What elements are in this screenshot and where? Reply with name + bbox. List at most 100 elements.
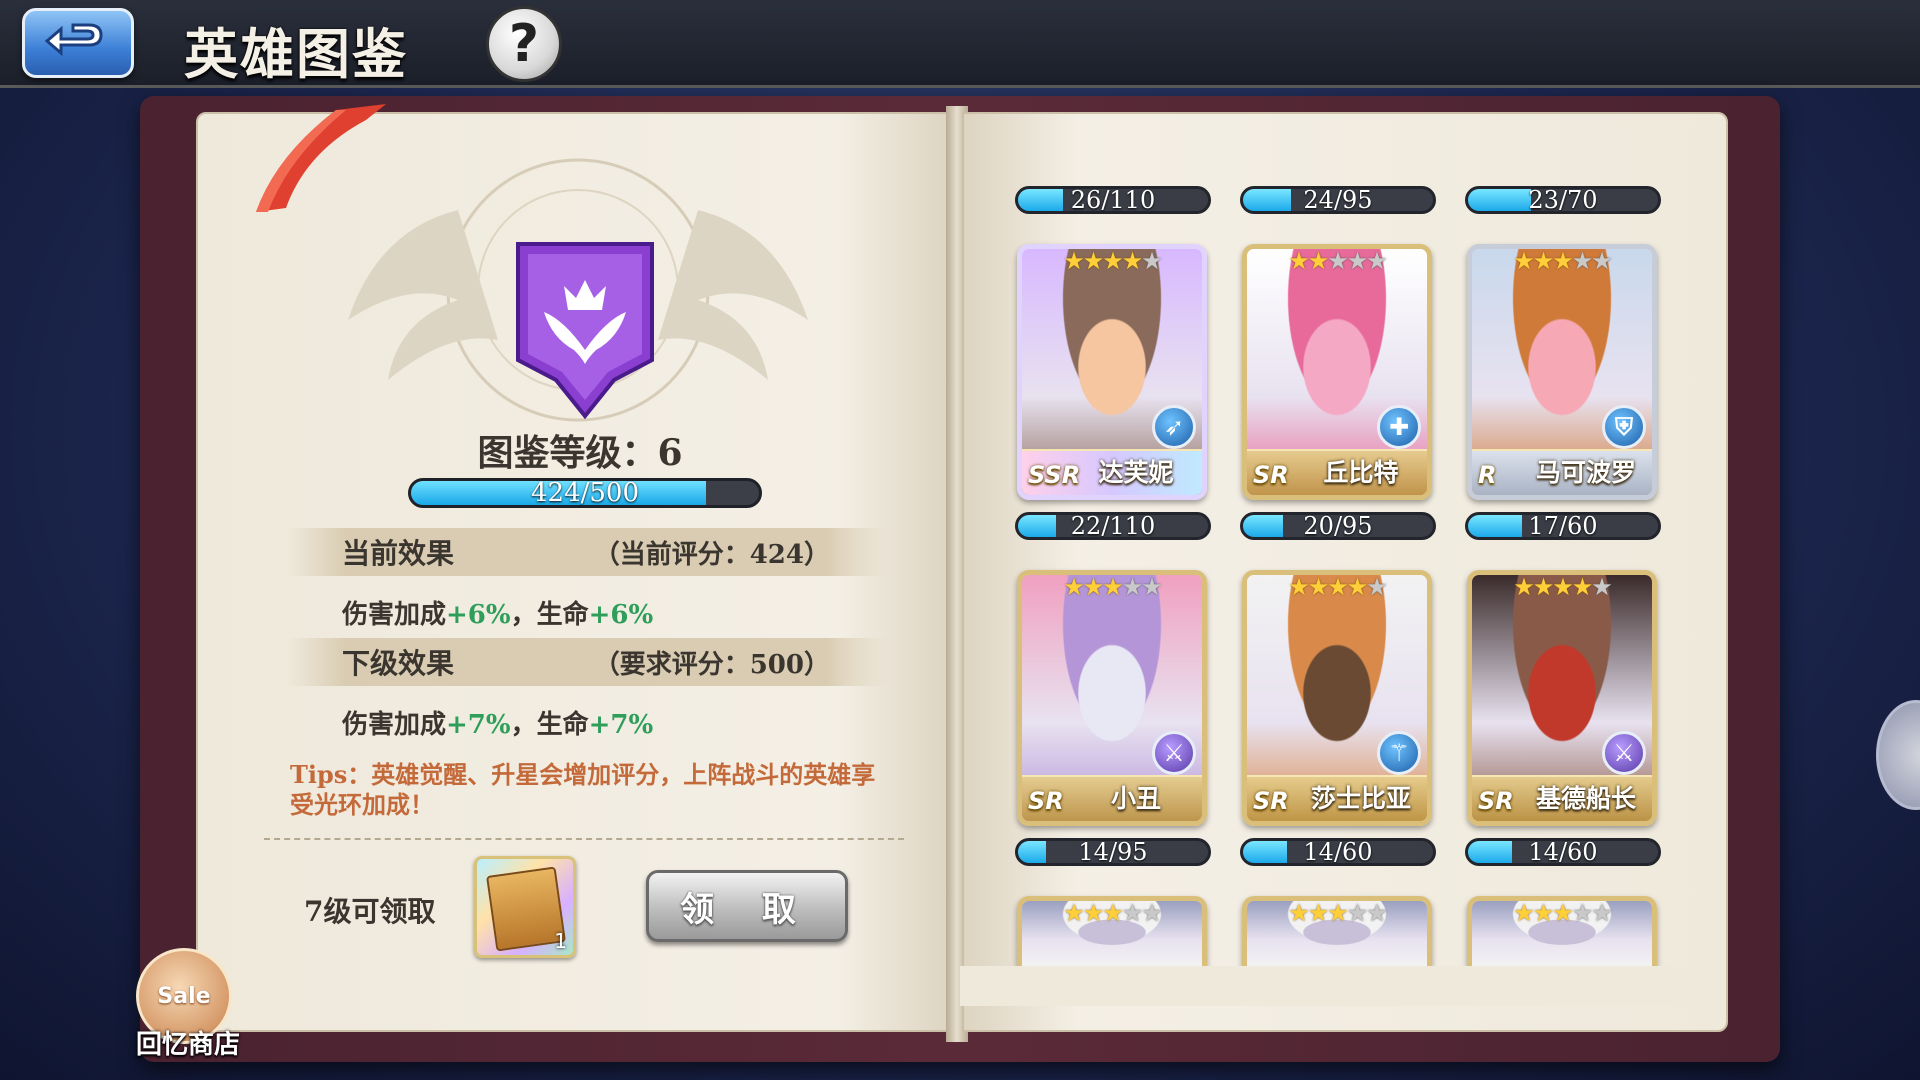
star-icon: ★	[1513, 247, 1534, 275]
help-button[interactable]: ?	[486, 6, 562, 82]
top-bar: 英雄图鉴 ?	[0, 0, 1920, 88]
current-effect-header: 当前效果 （当前评分：424）	[286, 528, 886, 576]
star-icon: ★	[1571, 573, 1593, 601]
star-icon: ★	[1102, 899, 1123, 927]
damage-bonus-value: +7%	[446, 710, 511, 740]
current-effect-values: 伤害加成+6%，生命+6%	[342, 594, 653, 631]
hero-shard-progress: 14/60	[1240, 838, 1436, 866]
star-icon: ★	[1288, 247, 1309, 275]
hero-card[interactable]: ★★★★★ R 马可波罗 ⛨	[1467, 244, 1657, 500]
hero-shard-progress: 14/95	[1015, 838, 1211, 866]
hero-shard-progress-label: 14/60	[1528, 838, 1598, 866]
star-icon: ★	[1141, 899, 1162, 927]
star-icon: ★	[1366, 247, 1387, 275]
damage-bonus-label: 伤害加成	[342, 600, 447, 630]
hero-rarity: SR	[1478, 787, 1514, 815]
hero-shard-progress: 22/110	[1015, 512, 1211, 540]
staff-icon: ⚚	[1377, 731, 1421, 775]
star-icon: ★	[1532, 573, 1554, 601]
hero-name: 达芙妮	[1098, 458, 1174, 487]
star-icon: ★	[1082, 899, 1104, 927]
star-icon: ★	[1063, 573, 1084, 601]
hero-card[interactable]: ★★★★★ SR 基德船长 ⚔	[1467, 570, 1657, 826]
hero-star-rating: ★★★★★	[1472, 247, 1652, 275]
star-icon: ★	[1591, 573, 1612, 601]
hero-shard-progress: 24/95	[1240, 186, 1436, 214]
hero-rarity: SR	[1028, 787, 1064, 815]
hero-shard-progress: 20/95	[1240, 512, 1436, 540]
crossed-swords-icon: ⚔	[1602, 731, 1646, 775]
heal-cross-icon: ✚	[1377, 405, 1421, 449]
back-button[interactable]	[22, 8, 134, 78]
memory-shop-button[interactable]: Sale 回忆商店	[128, 944, 248, 1064]
collection-level: 图鉴等级：6	[477, 432, 683, 474]
hero-name: 马可波罗	[1535, 458, 1636, 487]
hero-card[interactable]: ★★★★★	[1242, 896, 1432, 966]
star-icon: ★	[1327, 247, 1348, 275]
hero-name: 小丑	[1110, 784, 1161, 813]
hero-card[interactable]: ★★★★★ SR 莎士比亚 ⚚	[1242, 570, 1432, 826]
star-icon: ★	[1141, 247, 1162, 275]
memory-shop-label: 回忆商店	[135, 1030, 240, 1060]
star-icon: ★	[1288, 573, 1309, 601]
current-effect-title: 当前效果	[342, 537, 455, 570]
page-bottom-edge	[960, 966, 1720, 1006]
hero-shard-progress: 17/60	[1465, 512, 1661, 540]
bow-icon: ➶	[1152, 405, 1196, 449]
life-bonus-value: +7%	[588, 710, 654, 740]
hero-shard-progress-label: 23/70	[1528, 186, 1598, 214]
hero-star-rating: ★★★★★	[1472, 899, 1652, 927]
star-icon: ★	[1571, 247, 1593, 275]
star-icon: ★	[1346, 899, 1368, 927]
hero-name: 基德船长	[1535, 784, 1636, 813]
collection-xp-label: 424/500	[530, 478, 639, 508]
star-icon: ★	[1102, 247, 1123, 275]
star-icon: ★	[1307, 573, 1329, 601]
star-icon: ★	[1063, 899, 1084, 927]
star-icon: ★	[1082, 247, 1104, 275]
collection-xp-bar: 424/500	[408, 478, 762, 508]
star-icon: ★	[1532, 899, 1554, 927]
next-effect-title: 下级效果	[342, 647, 455, 680]
life-bonus-label: 生命	[536, 600, 589, 630]
star-icon: ★	[1288, 899, 1309, 927]
star-icon: ★	[1591, 247, 1612, 275]
life-bonus-label: 生命	[536, 710, 589, 740]
hero-shard-progress-label: 14/95	[1078, 838, 1148, 866]
crossed-swords-icon: ⚔	[1152, 731, 1196, 775]
separator: ，	[510, 710, 537, 740]
hero-star-rating: ★★★★★	[1247, 899, 1427, 927]
star-icon: ★	[1346, 573, 1368, 601]
next-effect-header: 下级效果 （要求评分：500）	[286, 638, 886, 686]
hero-shard-progress: 14/60	[1465, 838, 1661, 866]
hero-card[interactable]: ★★★★★	[1017, 896, 1207, 966]
star-icon: ★	[1307, 899, 1329, 927]
damage-bonus-value: +6%	[446, 600, 511, 630]
side-edge-button[interactable]	[1876, 700, 1920, 810]
hero-card[interactable]: ★★★★★ SR 丘比特 ✚	[1242, 244, 1432, 500]
next-effect-score: （要求评分：500）	[593, 649, 830, 680]
page-title: 英雄图鉴	[184, 22, 408, 86]
star-icon: ★	[1307, 247, 1329, 275]
hero-shard-progress-label: 26/110	[1070, 186, 1156, 214]
claim-button[interactable]: 领 取	[646, 870, 848, 942]
hero-star-rating: ★★★★★	[1247, 247, 1427, 275]
collection-rank-emblem-icon	[516, 242, 654, 420]
star-icon: ★	[1532, 247, 1554, 275]
reward-item[interactable]: 1	[474, 856, 576, 958]
hero-card[interactable]: ★★★★★ SSR 达芙妮 ➶	[1017, 244, 1207, 500]
hero-card[interactable]: ★★★★★	[1467, 896, 1657, 966]
hero-shard-progress-label: 20/95	[1303, 512, 1373, 540]
damage-bonus-label: 伤害加成	[342, 710, 447, 740]
reward-item-count: 1	[554, 929, 567, 953]
hero-star-rating: ★★★★★	[1022, 899, 1202, 927]
star-icon: ★	[1121, 247, 1143, 275]
life-bonus-value: +6%	[588, 600, 654, 630]
hero-card[interactable]: ★★★★★ SR 小丑 ⚔	[1017, 570, 1207, 826]
star-icon: ★	[1121, 573, 1143, 601]
star-icon: ★	[1102, 573, 1123, 601]
shield-icon: ⛨	[1602, 405, 1646, 449]
star-icon: ★	[1063, 247, 1084, 275]
hero-star-rating: ★★★★★	[1247, 573, 1427, 601]
hero-rarity: SR	[1253, 461, 1289, 489]
